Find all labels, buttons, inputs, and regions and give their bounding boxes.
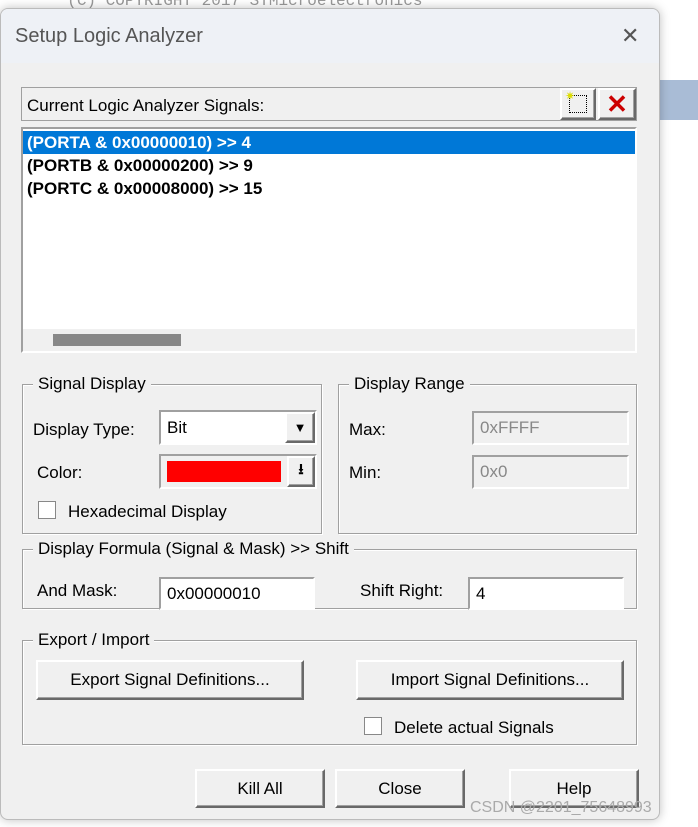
signals-label: Current Logic Analyzer Signals:	[27, 96, 265, 115]
display-type-select[interactable]: Bit ▼	[159, 410, 317, 445]
display-range-legend: Display Range	[349, 374, 470, 394]
delete-actual-signals-label: Delete actual Signals	[394, 718, 554, 737]
signal-display-legend: Signal Display	[33, 374, 151, 394]
and-mask-label: And Mask:	[37, 581, 118, 600]
horizontal-scrollbar[interactable]	[23, 329, 635, 351]
display-type-value: Bit	[167, 417, 187, 437]
title-bar: Setup Logic Analyzer ✕	[1, 9, 659, 63]
display-range-group: Display Range Max: 0xFFFF Min: 0x0	[338, 374, 637, 534]
signal-display-group: Signal Display Display Type: Bit ▼ Color…	[22, 374, 322, 534]
scrollbar-thumb[interactable]	[53, 334, 181, 346]
signals-header: Current Logic Analyzer Signals: ✷ ✕	[21, 87, 637, 121]
export-import-group: Export / Import Export Signal Definition…	[22, 630, 637, 745]
kill-all-button[interactable]: Kill All	[195, 769, 325, 808]
signal-list-item[interactable]: (PORTC & 0x00008000) >> 15	[23, 177, 635, 200]
display-formula-group: Display Formula (Signal & Mask) >> Shift…	[22, 539, 637, 610]
setup-logic-analyzer-dialog: Setup Logic Analyzer ✕ Current Logic Ana…	[0, 8, 660, 820]
shift-right-label: Shift Right:	[360, 581, 444, 600]
import-signal-definitions-button[interactable]: Import Signal Definitions...	[356, 660, 624, 700]
signal-list-item[interactable]: (PORTB & 0x00000200) >> 9	[23, 154, 635, 177]
export-signal-definitions-button[interactable]: Export Signal Definitions...	[36, 660, 304, 700]
hexadecimal-label: Hexadecimal Display	[68, 502, 227, 521]
color-picker[interactable]: ⭳	[159, 454, 317, 489]
close-button[interactable]: Close	[335, 769, 465, 808]
min-input[interactable]: 0x0	[472, 455, 629, 489]
background-panel	[655, 80, 698, 120]
color-label: Color:	[37, 463, 83, 482]
min-label: Min:	[349, 463, 382, 482]
and-mask-input[interactable]: 0x00000010	[159, 577, 315, 610]
max-input[interactable]: 0xFFFF	[472, 411, 629, 445]
hexadecimal-checkbox[interactable]	[38, 501, 56, 519]
display-type-label: Display Type:	[33, 420, 135, 439]
watermark: CSDN @2201_75648993	[470, 799, 652, 816]
shift-right-input[interactable]: 4	[468, 577, 624, 610]
max-label: Max:	[349, 420, 386, 439]
new-item-icon: ✷	[565, 89, 587, 113]
arrow-down-icon[interactable]: ⭳	[287, 456, 315, 487]
signals-list[interactable]: (PORTA & 0x00000010) >> 4 (PORTB & 0x0000…	[21, 127, 637, 353]
color-swatch	[167, 461, 281, 482]
delete-actual-signals-checkbox[interactable]	[364, 717, 382, 735]
signal-list-item[interactable]: (PORTA & 0x00000010) >> 4	[23, 131, 635, 154]
display-formula-legend: Display Formula (Signal & Mask) >> Shift	[33, 539, 354, 559]
delete-signal-button[interactable]: ✕	[598, 88, 636, 120]
close-icon[interactable]: ✕	[621, 23, 639, 49]
export-import-legend: Export / Import	[33, 630, 155, 650]
chevron-down-icon[interactable]: ▼	[285, 412, 315, 443]
new-signal-button[interactable]: ✷	[560, 88, 596, 120]
delete-x-icon: ✕	[606, 88, 628, 119]
dialog-title: Setup Logic Analyzer	[15, 25, 203, 47]
